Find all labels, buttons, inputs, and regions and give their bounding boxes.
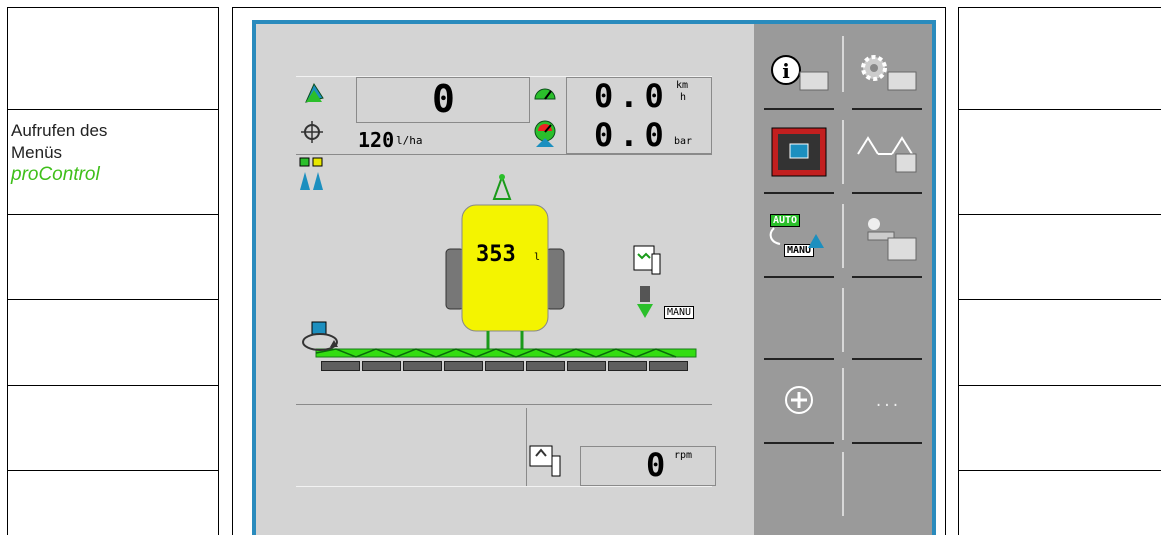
pump-icon [529,445,561,477]
area-icon [305,82,324,103]
pressure-value: 0.0 [594,116,670,154]
boom-fold-icon [857,136,917,173]
right-row-divider [959,385,1161,386]
right-row-divider [959,299,1161,300]
boom-section [567,361,606,371]
auto-manual-softkey[interactable]: AUTO MANU [764,210,834,266]
softkey-divider [842,452,844,516]
plus-circle-icon [785,386,813,414]
agitator-icon [633,245,661,275]
softkey-divider [852,108,922,110]
boom-section [649,361,688,371]
terminal-screen: 0 120 l/ha 0.0 km h 0.0 bar 353 l MANU 0… [252,20,936,535]
left-row-divider [8,214,218,215]
target-rate-icon [301,121,323,143]
panel-line [526,408,527,486]
swap-arrows-icon [769,227,824,248]
softkey-divider [842,288,844,352]
speedometer-icon [534,88,556,100]
right-row-divider [959,109,1161,110]
gear-icon [861,55,917,91]
softkey-divider [852,276,922,278]
circulation-icon [302,321,338,351]
softkey-divider [852,192,922,194]
info-icon: i [771,55,829,91]
softkey-divider [764,358,834,360]
right-annotation-column [958,7,1161,535]
annotation-text: Aufrufen des Menüs proControl [11,120,107,186]
softkey-divider [764,192,834,194]
info-softkey[interactable]: i [764,48,834,98]
softkey-column: i AUTO MANU ... [754,24,932,535]
softkey-divider [764,276,834,278]
speed-value: 0.0 [594,77,670,115]
panel-line [296,154,712,155]
manual-mode-badge: MANU [664,306,695,319]
boom-section [362,361,401,371]
field-mode-icon [867,218,917,261]
right-row-divider [959,214,1161,215]
left-row-divider [8,109,218,110]
boom-section [485,361,524,371]
boom-section [321,361,360,371]
add-softkey[interactable] [764,374,834,434]
left-row-divider [8,385,218,386]
speed-unit-top: km [676,80,689,91]
pressure-unit: bar [674,136,693,147]
left-row-divider [8,470,218,471]
pressure-gauge-icon [534,120,556,147]
softkey-divider [852,442,922,444]
area-value: 0 [432,77,455,121]
settings-softkey[interactable] [852,48,922,98]
panel-line [296,404,712,405]
field-mode-softkey[interactable] [852,210,922,266]
boom-section [403,361,442,371]
annotation-emphasis: proControl [11,164,100,185]
svg-text:i: i [782,59,790,83]
softkey-divider [842,368,844,440]
work-display: 0 120 l/ha 0.0 km h 0.0 bar 353 l MANU 0… [256,24,754,535]
speed-unit-bottom: h [680,92,687,103]
boom-fold-softkey[interactable] [852,124,922,180]
left-row-divider [8,299,218,300]
tank-value: 353 [476,242,516,267]
boom-section [526,361,565,371]
softkey-divider [842,120,844,184]
left-annotation-column [7,7,219,535]
softkey-divider [764,108,834,110]
rate-value: 120 [358,128,395,152]
tank-unit: l [534,252,541,263]
boom-section [444,361,483,371]
annotation-line-1: Aufrufen des [11,121,108,140]
panel-line [296,486,712,487]
procontrol-menu-softkey[interactable] [764,124,834,180]
softkey-divider [852,358,922,360]
more-softkey[interactable]: ... [852,394,922,434]
annotation-line-2: Menüs [11,143,63,162]
softkey-divider [842,204,844,268]
softkey-divider [842,36,844,92]
valve-icon [637,286,653,318]
procontrol-icon [771,127,827,177]
softkey-divider [764,442,834,444]
rpm-value: 0 [646,446,666,484]
right-row-divider [959,470,1161,471]
rpm-unit: rpm [674,450,693,461]
rate-unit: l/ha [396,134,423,147]
boom-section [608,361,647,371]
boom-sections [321,361,690,373]
